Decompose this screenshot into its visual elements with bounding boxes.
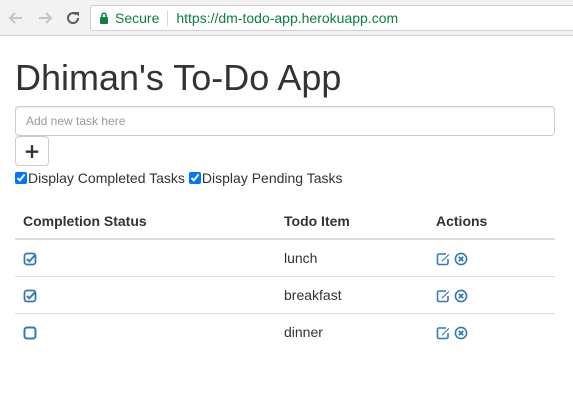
actions-cell bbox=[428, 239, 555, 277]
status-cell bbox=[15, 313, 276, 350]
todo-table: Completion Status Todo Item Actions lunc… bbox=[15, 208, 555, 350]
todo-item-text: dinner bbox=[276, 313, 428, 350]
delete-circle-icon[interactable] bbox=[454, 252, 468, 266]
empty-square-icon[interactable] bbox=[23, 326, 37, 340]
filter-pending[interactable]: Display Pending Tasks bbox=[188, 170, 343, 186]
todo-item-text: lunch bbox=[284, 250, 318, 266]
checked-square-icon[interactable] bbox=[23, 252, 37, 266]
table-header-row: Completion Status Todo Item Actions bbox=[15, 208, 555, 240]
header-actions: Actions bbox=[428, 208, 555, 240]
table-row: dinner bbox=[15, 313, 555, 350]
actions-cell bbox=[428, 276, 555, 314]
reload-icon bbox=[67, 12, 80, 25]
pending-checkbox[interactable] bbox=[188, 172, 201, 184]
security-indicator[interactable]: Secure bbox=[91, 10, 169, 26]
lock-icon bbox=[100, 12, 108, 24]
completed-filter-label: Display Completed Tasks bbox=[28, 170, 185, 186]
edit-icon[interactable] bbox=[436, 289, 450, 303]
address-bar[interactable]: Secure https://dm-todo-app.herokuapp.com bbox=[90, 5, 573, 31]
secure-label: Secure bbox=[115, 10, 160, 26]
delete-circle-icon[interactable] bbox=[454, 289, 468, 303]
todo-item-text: breakfast bbox=[276, 276, 428, 314]
browser-toolbar: Secure https://dm-todo-app.herokuapp.com bbox=[0, 0, 573, 36]
add-task-button[interactable]: + bbox=[15, 136, 49, 166]
delete-circle-icon[interactable] bbox=[454, 326, 468, 340]
table-row: breakfast bbox=[15, 276, 555, 314]
forward-button[interactable] bbox=[35, 8, 55, 28]
checked-square-icon[interactable] bbox=[23, 289, 37, 303]
completed-checkbox[interactable] bbox=[15, 172, 27, 184]
table-row: lunch bbox=[15, 239, 555, 277]
back-icon bbox=[8, 12, 22, 24]
actions-cell bbox=[428, 313, 555, 350]
header-todo-item: Todo Item bbox=[276, 208, 428, 240]
url-text[interactable]: https://dm-todo-app.herokuapp.com bbox=[176, 10, 398, 26]
new-task-input[interactable] bbox=[15, 106, 555, 136]
edit-icon[interactable] bbox=[436, 252, 450, 266]
task-filters: Display Completed Tasks Display Pending … bbox=[15, 170, 343, 186]
edit-icon[interactable] bbox=[436, 326, 450, 340]
filter-completed[interactable]: Display Completed Tasks bbox=[15, 170, 185, 186]
forward-icon bbox=[39, 12, 53, 24]
header-completion-status: Completion Status bbox=[15, 208, 276, 240]
status-cell bbox=[15, 276, 276, 314]
status-cell bbox=[15, 239, 276, 277]
reload-button[interactable] bbox=[63, 8, 83, 28]
pending-filter-label: Display Pending Tasks bbox=[201, 170, 343, 186]
page-title: Dhiman's To-Do App bbox=[15, 57, 342, 98]
back-button[interactable] bbox=[6, 8, 26, 28]
